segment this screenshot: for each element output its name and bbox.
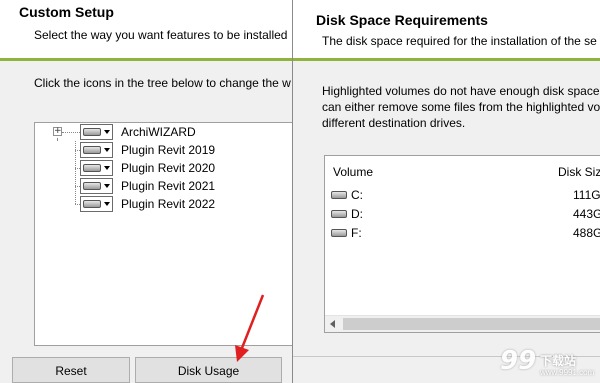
tree-item-revit-2021[interactable]: Plugin Revit 2021 (35, 177, 300, 195)
chevron-down-icon (104, 166, 110, 170)
tree-instruction: Click the icons in the tree below to cha… (34, 76, 291, 90)
tree-item-revit-2019[interactable]: Plugin Revit 2019 (35, 141, 300, 159)
tree-item-archiwizard[interactable]: + ArchiWIZARD (35, 123, 300, 141)
feature-state-dropdown[interactable] (80, 124, 113, 140)
tree-item-revit-2022[interactable]: Plugin Revit 2022 (35, 195, 300, 213)
volume-row[interactable]: F: 488GB (331, 224, 600, 242)
chevron-down-icon (104, 148, 110, 152)
column-header-disk-size[interactable]: Disk Size (558, 165, 600, 179)
header-divider (293, 58, 600, 61)
drive-icon (83, 182, 101, 190)
chevron-down-icon (104, 130, 110, 134)
feature-state-dropdown[interactable] (80, 160, 113, 176)
disk-space-subtitle: The disk space required for the installa… (322, 34, 597, 48)
volume-row[interactable]: C: 111GB (331, 186, 600, 204)
drive-icon (83, 200, 101, 208)
volume-name: F: (351, 226, 362, 240)
column-header-volume[interactable]: Volume (333, 165, 373, 179)
drive-icon (83, 146, 101, 154)
tree-item-label: Plugin Revit 2021 (121, 179, 216, 193)
annotation-arrow (235, 294, 265, 362)
drive-icon (331, 229, 347, 237)
scroll-left-icon[interactable] (330, 320, 335, 328)
disk-space-description: Highlighted volumes do not have enough d… (322, 83, 600, 131)
custom-setup-header: Custom Setup Select the way you want fea… (0, 0, 295, 58)
volume-list[interactable]: Volume Disk Size C: 111GB D: 443GB F: 48… (324, 155, 600, 333)
chevron-down-icon (104, 184, 110, 188)
volume-size: 443GB (573, 207, 600, 221)
custom-setup-subtitle: Select the way you want features to be i… (34, 28, 288, 42)
drive-icon (331, 191, 347, 199)
volume-name: C: (351, 188, 363, 202)
tree-item-label: Plugin Revit 2020 (121, 161, 216, 175)
watermark-text: 下载站 (540, 354, 577, 368)
horizontal-scrollbar[interactable] (325, 315, 600, 332)
feature-state-dropdown[interactable] (80, 142, 113, 158)
drive-icon (331, 210, 347, 218)
drive-icon (83, 164, 101, 172)
description-line: different destination drives. (322, 116, 466, 130)
tree-item-revit-2020[interactable]: Plugin Revit 2020 (35, 159, 300, 177)
volume-row[interactable]: D: 443GB (331, 205, 600, 223)
disk-space-window: Disk Space Requirements The disk space r… (292, 0, 600, 383)
annotation-arrow-shaft (240, 294, 265, 349)
expand-icon[interactable]: + (53, 127, 62, 136)
description-line: Highlighted volumes do not have enough d… (322, 84, 600, 98)
feature-state-dropdown[interactable] (80, 196, 113, 212)
header-divider (0, 58, 295, 61)
watermark-logo: 99 下载站 www.9991.com (500, 346, 600, 383)
tree-item-label: ArchiWIZARD (121, 125, 196, 139)
disk-space-title: Disk Space Requirements (316, 12, 488, 28)
tree-item-label: Plugin Revit 2022 (121, 197, 216, 211)
disk-space-header: Disk Space Requirements The disk space r… (293, 0, 600, 58)
chevron-down-icon (104, 202, 110, 206)
watermark-url: www.9991.com (540, 368, 595, 377)
tree-item-label: Plugin Revit 2019 (121, 143, 216, 157)
drive-icon (83, 128, 101, 136)
reset-button[interactable]: Reset (12, 357, 130, 383)
volume-name: D: (351, 207, 363, 221)
custom-setup-title: Custom Setup (19, 4, 114, 20)
feature-state-dropdown[interactable] (80, 178, 113, 194)
watermark-mark: 99 (500, 346, 537, 376)
volume-size: 111GB (573, 188, 600, 202)
volume-size: 488GB (573, 226, 600, 240)
description-line: can either remove some files from the hi… (322, 100, 600, 114)
scrollbar-thumb[interactable] (343, 318, 600, 330)
annotation-arrow-head (235, 345, 249, 362)
